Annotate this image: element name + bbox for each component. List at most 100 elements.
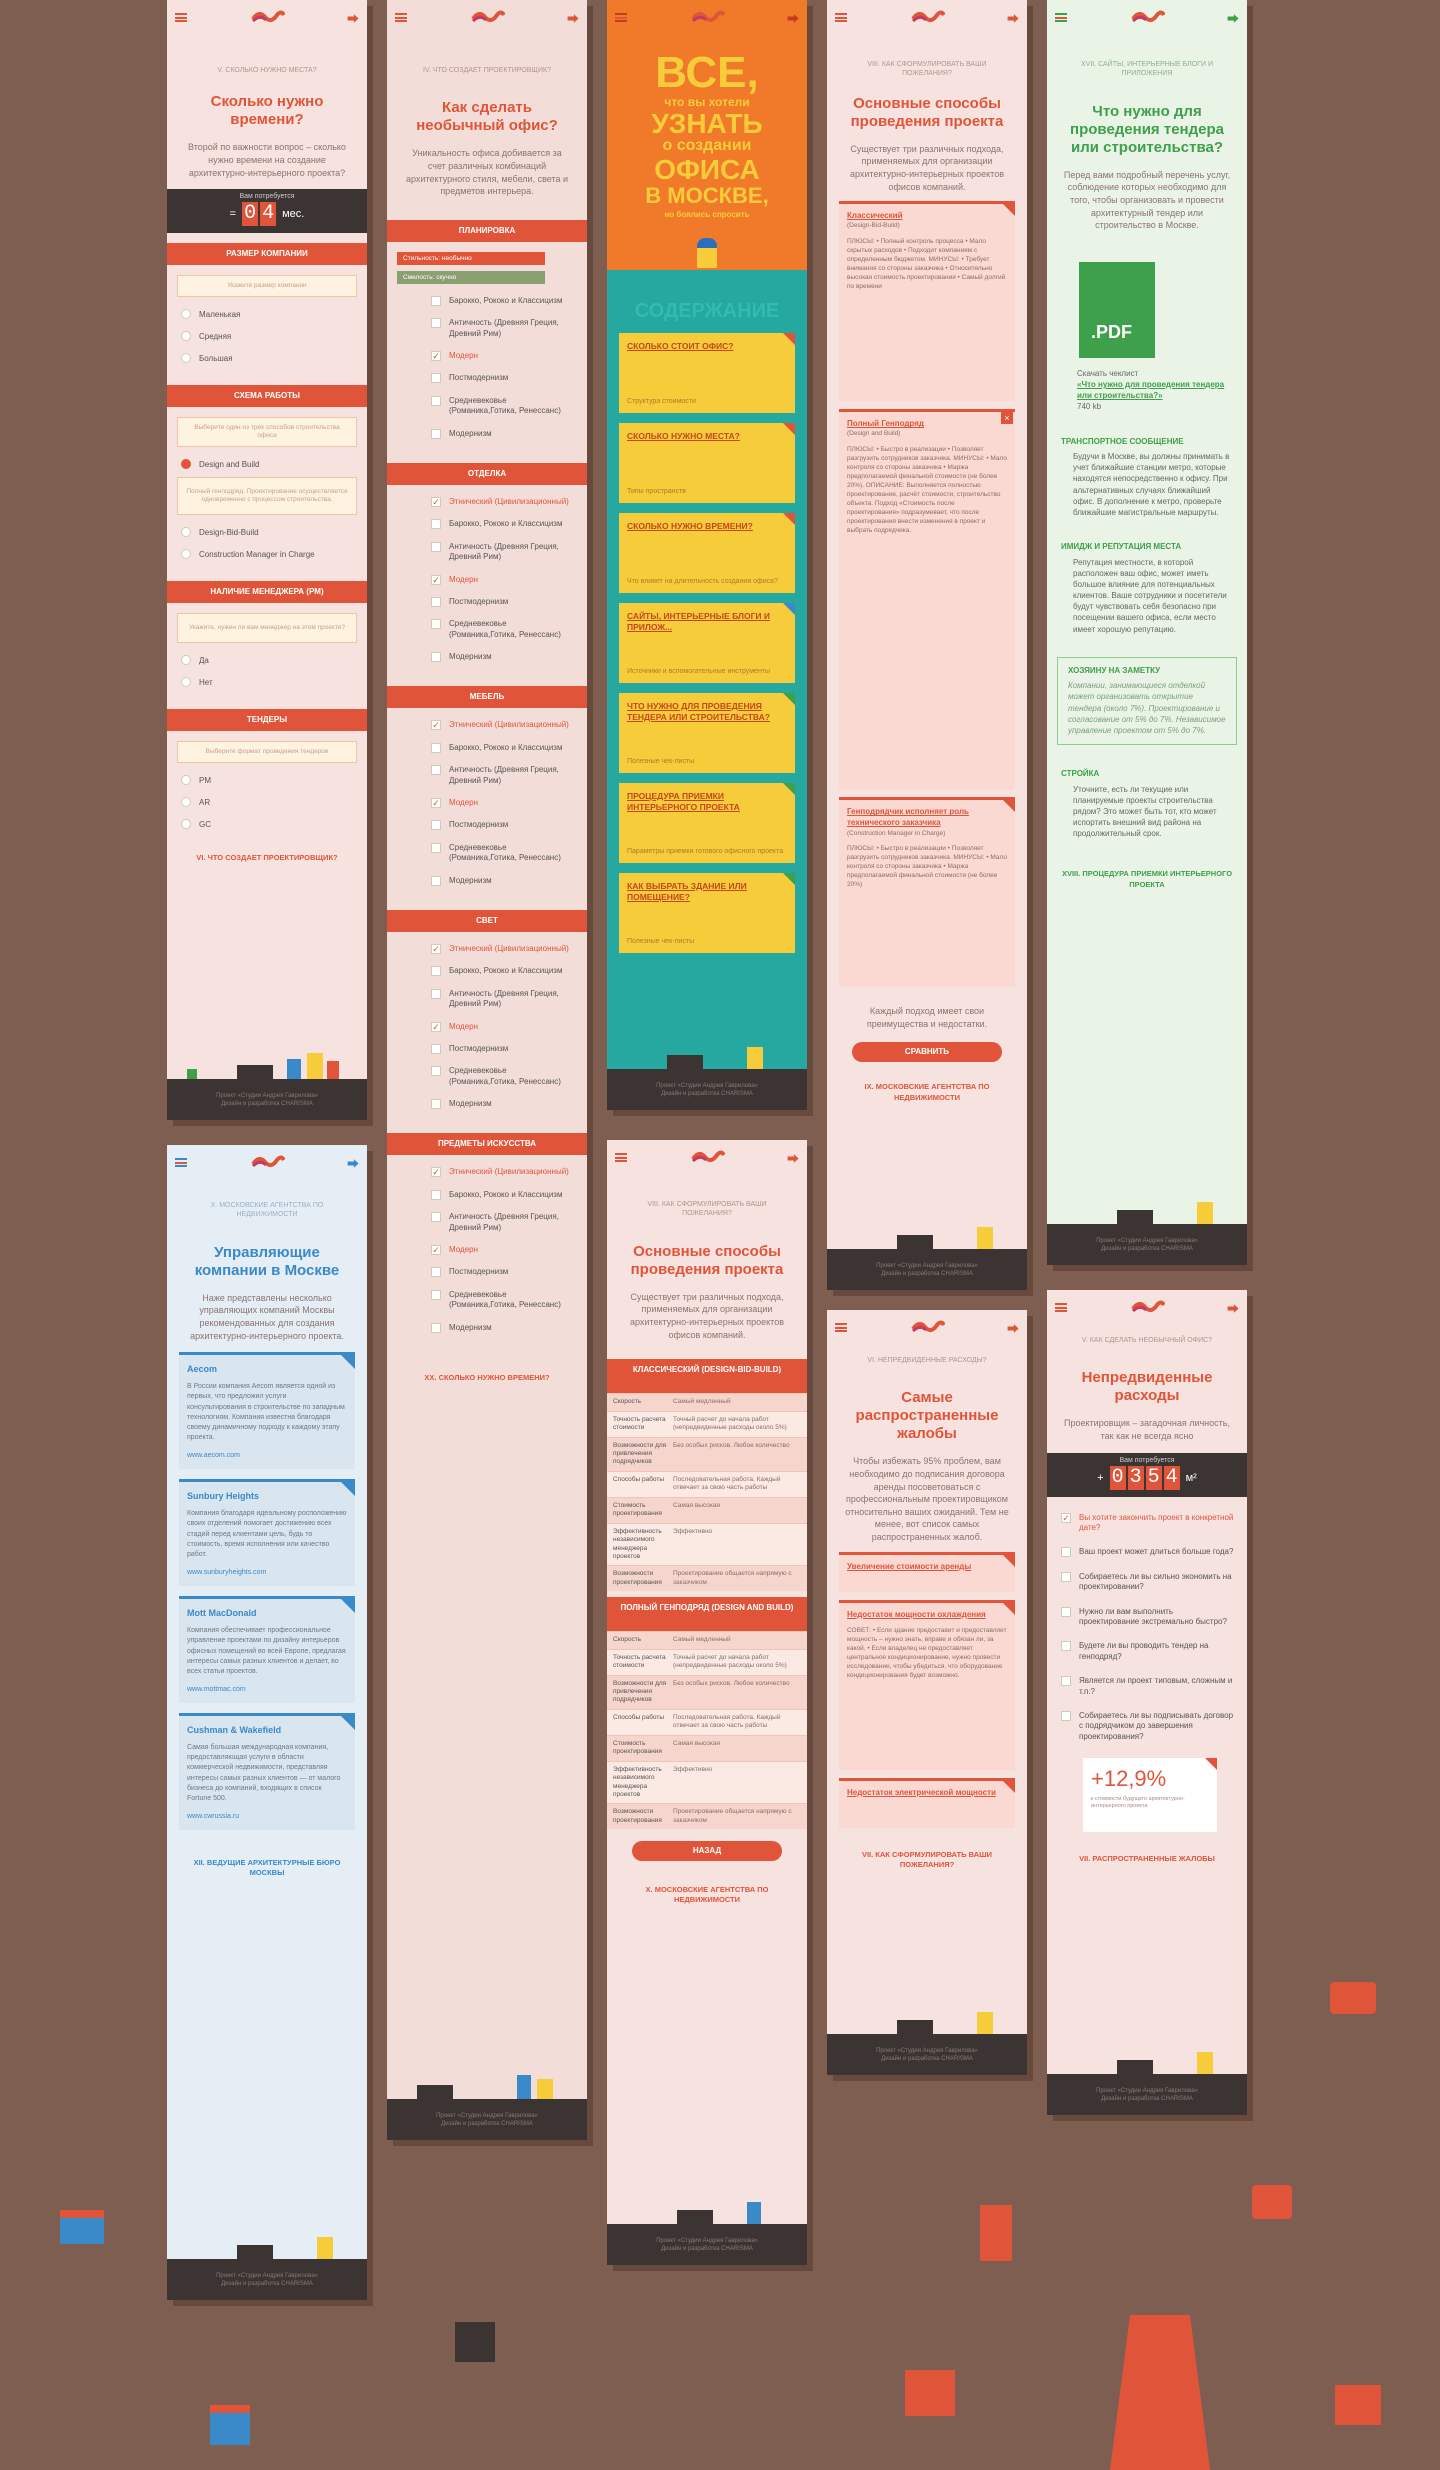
radio-option[interactable]: Да	[181, 655, 353, 666]
share-icon[interactable]: ⮕	[1227, 1300, 1239, 1317]
checkbox-icon[interactable]	[431, 1322, 441, 1333]
menu-icon[interactable]	[1055, 1303, 1067, 1312]
close-icon[interactable]: ×	[1001, 412, 1013, 425]
checkbox-option[interactable]: Модернизм	[431, 875, 575, 886]
checkbox-icon[interactable]	[1061, 1547, 1071, 1558]
radio-icon[interactable]	[181, 309, 191, 320]
question-checkbox[interactable]: Будете ли вы проводить тендер на генподр…	[1061, 1641, 1235, 1662]
checkbox-icon[interactable]	[1061, 1571, 1071, 1582]
checkbox-icon[interactable]	[431, 966, 441, 977]
checkbox-option[interactable]: Барокко, Рококо и Классицизм	[431, 519, 575, 530]
checkbox-option[interactable]: Средневековье (Романика,Готика, Ренессан…	[431, 1066, 575, 1087]
share-icon[interactable]: ⮕	[1007, 10, 1019, 27]
checkbox-option[interactable]: Барокко, Рококо и Классицизм	[431, 966, 575, 977]
checkbox-option[interactable]: Античность (Древняя Греция, Древний Рим)	[431, 1212, 575, 1233]
checkbox-icon[interactable]	[431, 1066, 441, 1077]
checkbox-option[interactable]: Античность (Древняя Греция, Древний Рим)	[431, 541, 575, 563]
section-kicker[interactable]: V. Как сделать необычный офис?	[1047, 1336, 1247, 1345]
checkbox-icon[interactable]	[431, 596, 441, 607]
toc-item[interactable]: Что нужно для проведения тендера или стр…	[619, 693, 795, 773]
check-icon[interactable]: ✓	[431, 496, 441, 507]
radio-icon[interactable]	[181, 353, 191, 364]
next-section-link[interactable]: XX. Сколько нужно времени?	[387, 1373, 587, 1383]
checkbox-option[interactable]: Античность (Древняя Греция, Древний Рим)	[431, 765, 575, 786]
checkbox-option[interactable]: Постмодернизм	[431, 820, 575, 831]
logo[interactable]	[251, 10, 285, 24]
check-icon[interactable]: ✓	[431, 720, 441, 731]
checkbox-option[interactable]: ✓ Этнический (Цивилизационный)	[431, 720, 575, 731]
checkbox-option[interactable]: Средневековье (Романика,Готика, Ренессан…	[431, 395, 575, 417]
checkbox-option[interactable]: Барокко, Рококо и Классицизм	[431, 1189, 575, 1200]
check-icon[interactable]: ✓	[431, 1245, 441, 1256]
section-kicker[interactable]: XVII. Сайты, интерьерные блоги и приложе…	[1047, 60, 1247, 79]
menu-icon[interactable]	[175, 1158, 187, 1167]
toc-item[interactable]: Сайты, интерьерные блоги и прилож... Исто…	[619, 603, 795, 683]
toc-item-title[interactable]: Сколько нужно времени?	[627, 521, 787, 532]
checkbox-option[interactable]: Модернизм	[431, 1322, 575, 1333]
card-title[interactable]: Увеличение стоимости аренды	[847, 1561, 1007, 1572]
check-icon[interactable]: ✓	[431, 1021, 441, 1032]
share-icon[interactable]: ⮕	[567, 10, 579, 27]
checkbox-option[interactable]: Постмодернизм	[431, 1043, 575, 1054]
checkbox-option[interactable]: ✓ Этнический (Цивилизационный)	[431, 1167, 575, 1178]
checkbox-option[interactable]: Античность (Древняя Греция, Древний Рим)	[431, 318, 575, 339]
checkbox-icon[interactable]	[431, 395, 441, 406]
logo[interactable]	[251, 1155, 285, 1169]
radio-icon[interactable]	[181, 797, 191, 808]
radio-icon[interactable]	[181, 819, 191, 830]
card-title[interactable]: Полный Генподряд	[847, 418, 1007, 429]
toc-item[interactable]: Как выбрать здание или помещение? Полезны…	[619, 873, 795, 953]
checkbox-option[interactable]: ✓ Модерн	[431, 798, 575, 809]
checkbox-option[interactable]: Барокко, Рококо и Классицизм	[431, 742, 575, 753]
checkbox-icon[interactable]	[1061, 1606, 1071, 1617]
method-card[interactable]: × Полный Генподряд (Design and Build) ПЛЮСЫ…	[839, 409, 1015, 790]
share-icon[interactable]: ⮕	[1227, 10, 1239, 27]
footer-credit[interactable]: Проект «Студии Андрея Гаврилова»	[1047, 1237, 1247, 1245]
toc-item-title[interactable]: Сайты, интерьерные блоги и прилож...	[627, 611, 787, 632]
checkbox-icon[interactable]	[431, 1267, 441, 1278]
radio-icon[interactable]	[181, 655, 191, 666]
section-kicker[interactable]: X. Московские агентства по недвижимости	[167, 1201, 367, 1220]
question-checkbox[interactable]: Является ли проект типовым, сложным и т.…	[1061, 1676, 1235, 1697]
checkbox-icon[interactable]	[431, 742, 441, 753]
footer-credit[interactable]: Дизайн и разработка CHARISMA	[1047, 2095, 1247, 2103]
footer-credit[interactable]: Проект «Студии Андрея Гаврилова»	[827, 2047, 1027, 2055]
company-card[interactable]: Sunbury Heights Компания благодаря идеаль…	[179, 1479, 355, 1587]
checkbox-icon[interactable]	[431, 842, 441, 853]
toc-item[interactable]: Сколько стоит офис? Структура стоимости	[619, 333, 795, 413]
footer-credit[interactable]: Проект «Студии Андрея Гаврилова»	[167, 1092, 367, 1100]
section-kicker[interactable]: V. Сколько нужно места?	[167, 66, 367, 75]
question-checkbox[interactable]: Ваш проект может длиться больше года?	[1061, 1547, 1235, 1558]
checkbox-option[interactable]: ✓ Модерн	[431, 350, 575, 361]
check-icon[interactable]: ✓	[431, 943, 441, 954]
complaint-card[interactable]: Увеличение стоимости аренды	[839, 1551, 1015, 1592]
courage-bar[interactable]: Смелость: скучно	[397, 270, 545, 284]
checkbox-icon[interactable]	[431, 988, 441, 999]
card-title[interactable]: Недостаток электрической мощности	[847, 1787, 1007, 1798]
question-checkbox[interactable]: ✓ Вы хотите закончить проект в конкретной…	[1061, 1512, 1235, 1534]
complaint-card[interactable]: Недостаток мощности охлаждения СОВЕТ: • Е…	[839, 1599, 1015, 1770]
menu-icon[interactable]	[395, 13, 407, 22]
question-checkbox[interactable]: Собираетесь ли вы сильно экономить на пр…	[1061, 1571, 1235, 1593]
company-card[interactable]: Mott MacDonald Компания обеспечивает проф…	[179, 1596, 355, 1704]
checkbox-icon[interactable]	[431, 1043, 441, 1054]
checkbox-option[interactable]: Средневековье (Романика,Готика, Ренессан…	[431, 1289, 575, 1311]
method-card[interactable]: Генподрядчик исполняет роль технического…	[839, 797, 1015, 988]
checkbox-icon[interactable]	[431, 541, 441, 552]
section-kicker[interactable]: VIII. Как сформулировать ваши пожелания?	[607, 1200, 807, 1219]
toc-item-title[interactable]: Как выбрать здание или помещение?	[627, 881, 787, 902]
footer-credit[interactable]: Дизайн и разработка CHARISMA	[607, 1090, 807, 1098]
logo[interactable]	[691, 10, 725, 24]
checkbox-option[interactable]: ✓ Модерн	[431, 1021, 575, 1032]
checkbox-icon[interactable]	[431, 318, 441, 329]
footer-credit[interactable]: Дизайн и разработка CHARISMA	[167, 2280, 367, 2288]
check-icon[interactable]: ✓	[1061, 1512, 1071, 1523]
toc-item[interactable]: Сколько нужно места? Типы пространств	[619, 423, 795, 503]
checkbox-option[interactable]: ✓ Модерн	[431, 1245, 575, 1256]
footer-credit[interactable]: Дизайн и разработка CHARISMA	[607, 2245, 807, 2253]
checkbox-option[interactable]: Средневековье (Романика,Готика, Ренессан…	[431, 619, 575, 640]
logo[interactable]	[911, 10, 945, 24]
toc-item-title[interactable]: Сколько стоит офис?	[627, 341, 787, 352]
company-card[interactable]: Aecom В России компания Aecom является од…	[179, 1352, 355, 1470]
next-section-link[interactable]: XII. Ведущие архитектурные бюро Москвы	[167, 1858, 367, 1878]
